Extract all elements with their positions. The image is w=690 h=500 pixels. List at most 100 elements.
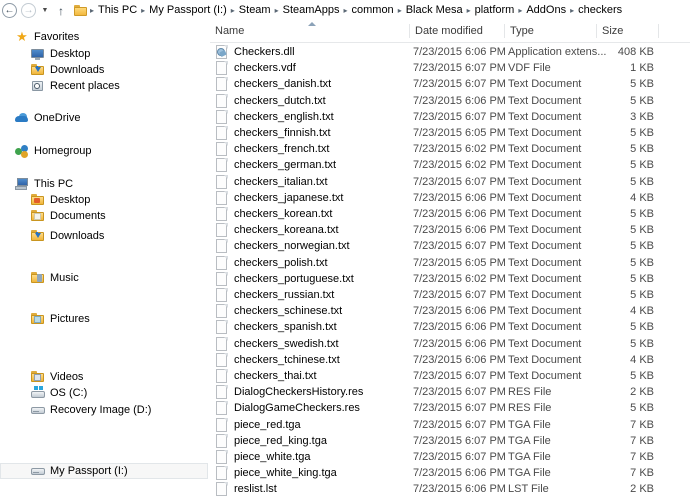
sidebar-item-documents[interactable]: Documents: [0, 208, 209, 224]
sidebar-item-my-passport-i[interactable]: My Passport (I:): [0, 463, 208, 479]
file-date-cell: 7/23/2015 6:05 PM: [413, 256, 506, 269]
up-button[interactable]: ↑: [52, 1, 70, 20]
sidebar-label: Music: [50, 272, 79, 284]
sidebar-group-homegroup[interactable]: Homegroup: [0, 143, 209, 159]
breadcrumb-item-steam[interactable]: Steam: [236, 1, 274, 20]
back-arrow-icon: ←: [2, 3, 17, 18]
file-date-cell: 7/23/2015 6:02 PM: [413, 272, 506, 285]
table-row[interactable]: checkers_koreana.txt 7/23/2015 6:06 PM Tex…: [210, 222, 690, 238]
file-date-cell: 7/23/2015 6:06 PM: [413, 321, 506, 334]
table-row[interactable]: checkers_danish.txt 7/23/2015 6:07 PM Text…: [210, 76, 690, 92]
table-row[interactable]: checkers_portuguese.txt 7/23/2015 6:02 PM…: [210, 271, 690, 287]
table-row[interactable]: checkers_thai.txt 7/23/2015 6:07 PM Text D…: [210, 368, 690, 384]
cloud-icon: [14, 110, 30, 126]
column-divider[interactable]: [596, 24, 597, 38]
breadcrumb-item-checkers[interactable]: checkers: [575, 1, 625, 20]
column-header-size[interactable]: Size: [602, 21, 623, 41]
table-row[interactable]: checkers_french.txt 7/23/2015 6:02 PM Text…: [210, 141, 690, 157]
file-date-cell: 7/23/2015 6:06 PM: [413, 337, 506, 350]
column-divider[interactable]: [658, 24, 659, 38]
breadcrumb-item-platform[interactable]: platform: [472, 1, 518, 20]
sidebar-label: Pictures: [50, 313, 90, 325]
file-size-cell: 5 KB: [630, 256, 654, 269]
table-row[interactable]: checkers_english.txt 7/23/2015 6:07 PM Tex…: [210, 109, 690, 125]
file-size-cell: 4 KB: [630, 305, 654, 318]
table-row[interactable]: checkers_italian.txt 7/23/2015 6:07 PM Tex…: [210, 174, 690, 190]
breadcrumb-item-common[interactable]: common: [349, 1, 397, 20]
recent-places-icon: [30, 78, 46, 94]
file-type-cell: Text Document: [508, 353, 582, 366]
sidebar-item-desktop-fav[interactable]: Desktop: [0, 46, 209, 62]
sidebar-label: Recovery Image (D:): [50, 404, 152, 416]
sidebar-label: Downloads: [50, 230, 105, 242]
sidebar-item-downloads-pc[interactable]: Downloads: [0, 228, 209, 244]
forward-button[interactable]: →: [19, 1, 38, 20]
table-row[interactable]: reslist.lst 7/23/2015 6:06 PM LST File 2 KB: [210, 481, 690, 497]
breadcrumb-item-my-passport[interactable]: My Passport (I:): [146, 1, 230, 20]
sidebar-item-downloads-fav[interactable]: Downloads: [0, 62, 209, 78]
table-row[interactable]: piece_red.tga 7/23/2015 6:07 PM TGA File 7 …: [210, 417, 690, 433]
breadcrumb-item-steamapps[interactable]: SteamApps: [280, 1, 343, 20]
column-header-name[interactable]: Name: [215, 21, 244, 41]
table-row[interactable]: checkers_polish.txt 7/23/2015 6:05 PM Text…: [210, 255, 690, 271]
file-date-cell: 7/23/2015 6:07 PM: [413, 240, 506, 253]
sidebar-item-recovery-image-d[interactable]: Recovery Image (D:): [0, 402, 209, 418]
table-row[interactable]: checkers_norwegian.txt 7/23/2015 6:07 PM T…: [210, 238, 690, 254]
table-row[interactable]: piece_white.tga 7/23/2015 6:07 PM TGA File…: [210, 449, 690, 465]
file-type-cell: TGA File: [508, 434, 551, 447]
file-date-cell: 7/23/2015 6:06 PM: [413, 191, 506, 204]
file-type-cell: Text Document: [508, 191, 582, 204]
table-row[interactable]: checkers_tchinese.txt 7/23/2015 6:06 PM Te…: [210, 352, 690, 368]
sidebar-item-videos[interactable]: Videos: [0, 369, 209, 385]
file-name-cell: DialogCheckersHistory.res: [234, 386, 364, 399]
file-icon: [215, 142, 229, 157]
table-row[interactable]: checkers_korean.txt 7/23/2015 6:06 PM Text…: [210, 206, 690, 222]
table-row[interactable]: checkers_swedish.txt 7/23/2015 6:06 PM Tex…: [210, 336, 690, 352]
table-row[interactable]: DialogGameCheckers.res 7/23/2015 6:07 PM R…: [210, 400, 690, 416]
column-header-date-modified[interactable]: Date modified: [415, 21, 483, 41]
downloads-folder-icon: [30, 228, 46, 244]
table-row[interactable]: Checkers.dll 7/23/2015 6:06 PM Application…: [210, 44, 690, 60]
sidebar-item-music[interactable]: Music: [0, 270, 209, 286]
breadcrumb-item-this-pc[interactable]: This PC: [95, 1, 140, 20]
table-row[interactable]: checkers_finnish.txt 7/23/2015 6:05 PM Tex…: [210, 125, 690, 141]
file-date-cell: 7/23/2015 6:06 PM: [413, 305, 506, 318]
table-row[interactable]: checkers_schinese.txt 7/23/2015 6:06 PM Te…: [210, 303, 690, 319]
breadcrumb: ▸ This PC ▸ My Passport (I:) ▸ Steam ▸ S…: [74, 1, 690, 20]
table-row[interactable]: piece_white_king.tga 7/23/2015 6:06 PM TGA…: [210, 465, 690, 481]
table-row[interactable]: DialogCheckersHistory.res 7/23/2015 6:07 …: [210, 384, 690, 400]
sidebar-item-desktop-pc[interactable]: Desktop: [0, 192, 209, 208]
table-row[interactable]: checkers_russian.txt 7/23/2015 6:07 PM Tex…: [210, 287, 690, 303]
file-size-cell: 7 KB: [630, 434, 654, 447]
column-header-type[interactable]: Type: [510, 21, 534, 41]
sidebar-group-onedrive[interactable]: OneDrive: [0, 110, 209, 126]
file-size-cell: 5 KB: [630, 402, 654, 415]
dll-icon: [215, 45, 229, 59]
breadcrumb-item-addons[interactable]: AddOns: [523, 1, 569, 20]
sort-ascending-icon: [308, 22, 316, 26]
file-type-cell: Text Document: [508, 110, 582, 123]
back-button[interactable]: ←: [0, 1, 19, 20]
forward-arrow-icon: →: [21, 3, 36, 18]
table-row[interactable]: checkers.vdf 7/23/2015 6:07 PM VDF File 1 K…: [210, 60, 690, 76]
column-divider[interactable]: [409, 24, 410, 38]
sidebar-item-recent-places[interactable]: Recent places: [0, 78, 209, 94]
file-size-cell: 5 KB: [630, 337, 654, 350]
table-row[interactable]: piece_red_king.tga 7/23/2015 6:07 PM TGA F…: [210, 433, 690, 449]
table-row[interactable]: checkers_spanish.txt 7/23/2015 6:06 PM Tex…: [210, 319, 690, 335]
file-icon: [215, 158, 229, 173]
column-divider[interactable]: [504, 24, 505, 38]
sidebar-item-pictures[interactable]: Pictures: [0, 311, 209, 327]
sidebar-group-favorites[interactable]: ★ Favorites: [0, 29, 209, 45]
recent-locations-button[interactable]: ▼: [38, 1, 52, 20]
table-row[interactable]: checkers_german.txt 7/23/2015 6:02 PM Text…: [210, 157, 690, 173]
breadcrumb-item-black-mesa[interactable]: Black Mesa: [403, 1, 466, 20]
file-icon: [215, 255, 229, 270]
sidebar-group-this-pc[interactable]: This PC: [0, 176, 209, 192]
file-icon: [215, 207, 229, 221]
table-row[interactable]: checkers_dutch.txt 7/23/2015 6:06 PM Text …: [210, 93, 690, 109]
sidebar-item-os-c[interactable]: OS (C:): [0, 385, 209, 401]
file-size-cell: 4 KB: [630, 191, 654, 204]
table-row[interactable]: checkers_japanese.txt 7/23/2015 6:06 PM Te…: [210, 190, 690, 206]
file-name-cell: checkers_swedish.txt: [234, 337, 339, 350]
